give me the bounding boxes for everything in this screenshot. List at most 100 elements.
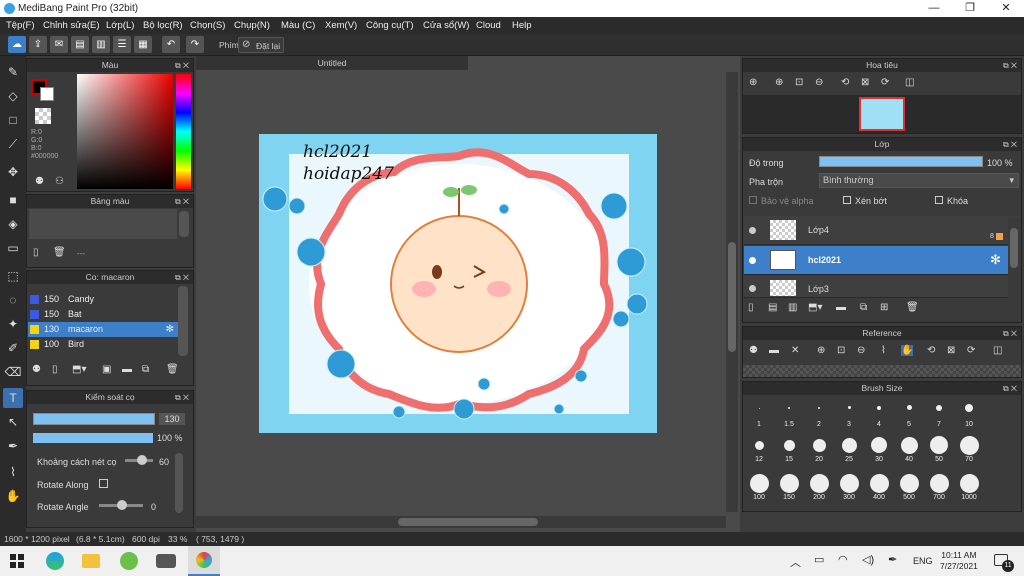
swatch-scrollbar[interactable] xyxy=(178,286,188,356)
trash-icon[interactable]: 🗑 xyxy=(906,302,919,313)
zoom-in-icon[interactable]: ⊕ xyxy=(775,77,783,88)
cloud-icon[interactable]: ☁ xyxy=(8,36,26,53)
app-icon-green[interactable] xyxy=(120,552,138,570)
select-eraser-icon[interactable]: ⌫ xyxy=(3,362,23,382)
clip-checkbox[interactable] xyxy=(843,196,851,204)
menu-color[interactable]: Màu (C) xyxy=(281,20,315,31)
trash-icon[interactable]: 🗑 xyxy=(166,364,179,375)
close-icon[interactable]: ✕ xyxy=(791,345,799,356)
palette-scrollbar[interactable] xyxy=(179,211,189,237)
reset-view-icon[interactable]: ⟳ xyxy=(881,77,889,88)
brush-size-cell[interactable]: 1.5 xyxy=(774,396,804,436)
wifi-icon[interactable]: ◠ xyxy=(838,553,848,566)
grid-icon[interactable]: ▦ xyxy=(134,36,152,53)
eraser-tool-icon[interactable]: ◇ xyxy=(3,86,23,106)
new-layer-icon[interactable]: ▯ xyxy=(748,302,754,313)
brush-tool-icon[interactable]: ✎ xyxy=(3,62,23,82)
brush-size-cell[interactable]: 300 xyxy=(834,472,864,512)
line-tool-icon[interactable]: ⟋ xyxy=(3,134,23,154)
panel-close-icon[interactable]: ⧉ ✕ xyxy=(175,195,189,208)
brush-size-cell[interactable]: 1000 xyxy=(954,472,984,512)
gear-icon[interactable]: ✻ xyxy=(990,252,1001,268)
reset-view-icon[interactable]: ⟳ xyxy=(967,345,975,356)
visibility-icon[interactable] xyxy=(749,257,756,264)
brush-size-cell[interactable]: 7 xyxy=(924,396,954,436)
eyedropper-icon[interactable]: ⌇ xyxy=(3,462,23,482)
rotate-angle-handle[interactable] xyxy=(117,500,127,510)
edge-icon[interactable] xyxy=(46,552,64,570)
swatch-import-icon[interactable]: ⬒▾ xyxy=(72,364,86,375)
swatch-new-icon[interactable]: ▯ xyxy=(52,364,58,375)
camera-icon[interactable] xyxy=(156,554,176,568)
layer-scroll-thumb[interactable] xyxy=(1010,228,1018,268)
redo-icon[interactable]: ↷ xyxy=(186,36,204,53)
battery-icon[interactable]: ▭ xyxy=(814,553,824,566)
panel-close-icon[interactable]: ⧉ ✕ xyxy=(175,391,189,404)
medibang-taskbar-button[interactable] xyxy=(188,546,220,576)
spacing-slider-handle[interactable] xyxy=(137,455,147,465)
palette-edit-icon[interactable]: ⚇ xyxy=(55,176,64,187)
panel-close-icon[interactable]: ⧉ ✕ xyxy=(1003,382,1017,395)
menu-tools[interactable]: Công cụ(T) xyxy=(366,20,414,31)
comment-icon[interactable]: ✉ xyxy=(50,36,68,53)
brush-control-scrollbar[interactable] xyxy=(175,453,183,513)
brush-size-cell[interactable]: 25 xyxy=(834,434,864,474)
rotate-along-checkbox[interactable] xyxy=(99,479,108,488)
new-page-icon[interactable]: ▯ xyxy=(33,247,39,258)
zoom-icon[interactable]: ⊕ xyxy=(749,77,757,88)
menu-cloud[interactable]: Cloud xyxy=(476,20,501,31)
protect-alpha-checkbox[interactable] xyxy=(749,196,757,204)
duplicate-icon[interactable]: ⧉ xyxy=(860,302,867,313)
volume-icon[interactable]: ◁) xyxy=(862,553,874,566)
eyedropper-icon[interactable]: ⌇ xyxy=(881,345,886,356)
file-explorer-icon[interactable] xyxy=(82,554,100,568)
folder-icon[interactable]: ▬ xyxy=(122,364,132,375)
menu-filter[interactable]: Bộ lọc(R) xyxy=(143,20,183,31)
close-button[interactable]: ✕ xyxy=(988,0,1024,17)
brush-size-cell[interactable]: 50 xyxy=(924,434,954,474)
panel-close-icon[interactable]: ⧉ ✕ xyxy=(175,271,189,284)
brush-opacity-slider[interactable] xyxy=(33,433,153,443)
panel-close-icon[interactable]: ⧉ ✕ xyxy=(175,59,189,72)
layer-opacity-slider[interactable] xyxy=(819,156,983,167)
magic-wand-icon[interactable]: ✦ xyxy=(3,314,23,334)
chevron-up-icon[interactable]: ︿ xyxy=(790,554,801,570)
operation-tool-icon[interactable]: ↖ xyxy=(3,412,23,432)
upload-icon[interactable]: ⇪ xyxy=(29,36,47,53)
brush-size-cell[interactable]: 4 xyxy=(864,396,894,436)
layer-row[interactable]: Lớp4 8 xyxy=(744,216,1020,245)
maximize-button[interactable]: ❐ xyxy=(952,0,988,17)
brush-size-cell[interactable]: 40 xyxy=(894,434,924,474)
list-item[interactable]: 150 Bat xyxy=(28,307,178,322)
zoom-in-icon[interactable]: ⊕ xyxy=(817,345,825,356)
brush-size-cell[interactable]: 15 xyxy=(774,434,804,474)
canvas-artwork[interactable]: hcl2021 hoidap247 xyxy=(259,134,657,433)
brush-size-scrollbar[interactable] xyxy=(1008,396,1020,508)
flip-icon[interactable]: ⊠ xyxy=(861,77,869,88)
undo-icon[interactable]: ↶ xyxy=(162,36,180,53)
clock[interactable]: 10:11 AM 7/27/2021 xyxy=(940,550,978,572)
window-icon[interactable]: ◫ xyxy=(993,345,1002,356)
list-item-selected[interactable]: 130 macaron ✻ xyxy=(28,322,178,337)
brush-size-cell[interactable]: 1 xyxy=(744,396,774,436)
merge-icon[interactable]: ⊞ xyxy=(880,302,888,313)
swatch-export-icon[interactable]: ▣ xyxy=(102,364,111,375)
windows-start-icon[interactable] xyxy=(10,554,24,568)
brush-size-cell[interactable]: 10 xyxy=(954,396,984,436)
hand-tool-icon[interactable]: ✋ xyxy=(3,486,23,506)
fit-icon[interactable]: ⊡ xyxy=(795,77,803,88)
copy-icon[interactable]: ⧉ xyxy=(142,364,149,375)
add-layer-dropdown-icon[interactable]: ⬒▾ xyxy=(808,302,822,313)
lasso-tool-icon[interactable]: ◌ xyxy=(3,290,23,310)
window-icon[interactable]: ◫ xyxy=(905,77,914,88)
visibility-icon[interactable] xyxy=(749,227,756,234)
brush-size-cell[interactable]: 100 xyxy=(744,472,774,512)
list-item[interactable]: 100 Bird xyxy=(28,337,178,352)
brush-size-cell[interactable]: 2 xyxy=(804,396,834,436)
bucket-tool-icon[interactable]: ◈ xyxy=(3,214,23,234)
zoom-out-icon[interactable]: ⊖ xyxy=(857,345,865,356)
saturation-value-square[interactable] xyxy=(77,74,173,189)
flip-icon[interactable]: ⊠ xyxy=(947,345,955,356)
background-color[interactable] xyxy=(40,87,54,101)
text-tool-icon[interactable]: T xyxy=(3,388,23,408)
